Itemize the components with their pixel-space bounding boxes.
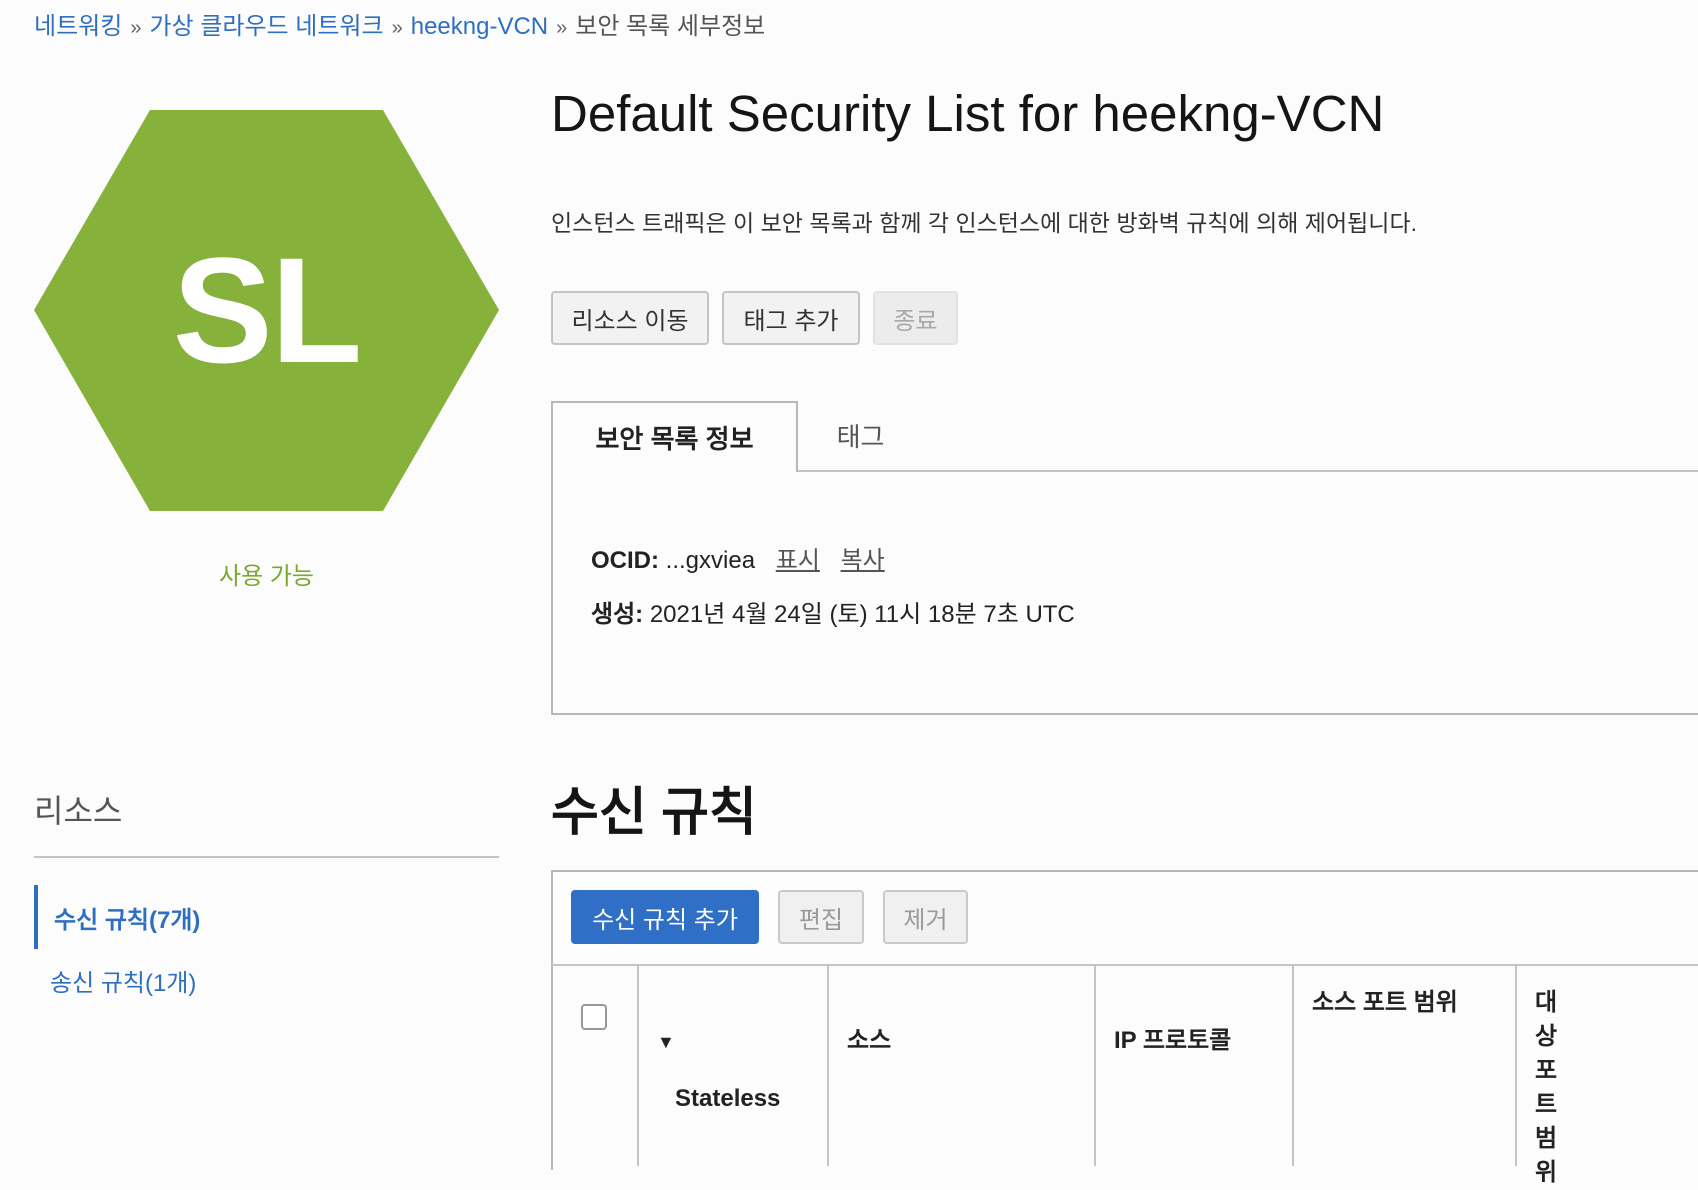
breadcrumb-vcn[interactable]: heekng-VCN xyxy=(411,13,548,40)
breadcrumb-separator: » xyxy=(391,17,403,39)
terminate-button[interactable]: 종료 xyxy=(873,291,958,345)
created-value: 2021년 4월 24일 (토) 11시 18분 7초 UTC xyxy=(649,601,1075,628)
select-all-checkbox[interactable] xyxy=(581,1004,607,1030)
show-ocid-link[interactable]: 표시 xyxy=(776,547,820,574)
page-description: 인스턴스 트래픽은 이 보안 목록과 함께 각 인스턴스에 대한 방화벽 규칙에… xyxy=(551,210,1417,236)
breadcrumb-networking[interactable]: 네트워킹 xyxy=(34,13,122,40)
info-panel: OCID: ...gxviea 표시 복사 생성: 2021년 4월 24일 (… xyxy=(551,470,1698,715)
column-ip-protocol-label: IP 프로토콜 xyxy=(1114,1027,1232,1054)
created-label: 생성: xyxy=(591,601,644,628)
hexagon-icon: SL xyxy=(34,110,499,511)
add-tags-button[interactable]: 태그 추가 xyxy=(722,291,860,345)
column-source-port-range-label: 소스 포트 범위 xyxy=(1312,989,1458,1016)
ingress-table-header: Stateless ▼ 소스 IP 프로토콜 소스 포트 범위 대상 포트 범위 xyxy=(551,964,1698,1186)
ocid-value: ...gxviea xyxy=(665,547,756,574)
status-label: 사용 가능 xyxy=(219,563,314,590)
column-destination-port-range-label: 대상 포트 범위 xyxy=(1535,989,1558,1186)
resources-divider xyxy=(34,856,499,858)
ocid-label: OCID: xyxy=(591,547,659,574)
page-title: Default Security List for heekng-VCN xyxy=(551,85,1385,142)
created-row: 생성: 2021년 4월 24일 (토) 11시 18분 7초 UTC xyxy=(591,594,1075,629)
column-source: 소스 xyxy=(827,966,1094,1166)
sort-down-icon[interactable]: ▼ xyxy=(657,1032,675,1052)
breadcrumb-separator: » xyxy=(130,17,142,39)
column-ip-protocol: IP 프로토콜 xyxy=(1094,966,1292,1166)
copy-ocid-link[interactable]: 복사 xyxy=(841,547,885,574)
breadcrumb-separator: » xyxy=(556,17,568,39)
column-source-label: 소스 xyxy=(847,1027,892,1054)
edit-button[interactable]: 편집 xyxy=(778,890,864,944)
breadcrumb-vcn-list[interactable]: 가상 클라우드 네트워크 xyxy=(149,13,383,40)
breadcrumb-current: 보안 목록 세부정보 xyxy=(575,13,766,40)
column-source-port-range: 소스 포트 범위 xyxy=(1292,966,1515,1166)
column-destination-port-range: 대상 포트 범위 xyxy=(1515,966,1698,1186)
sidebar-item-ingress-rules[interactable]: 수신 규칙(7개) xyxy=(34,885,499,949)
ingress-rules-title: 수신 규칙 xyxy=(551,784,757,842)
resources-title: 리소스 xyxy=(34,793,123,829)
column-stateless[interactable]: Stateless ▼ xyxy=(637,966,827,1166)
remove-button[interactable]: 제거 xyxy=(883,890,968,944)
ocid-row: OCID: ...gxviea 표시 복사 xyxy=(591,540,885,575)
resource-abbrev: SL xyxy=(172,226,363,394)
add-ingress-rule-button[interactable]: 수신 규칙 추가 xyxy=(571,890,759,944)
column-stateless-label: Stateless xyxy=(675,1085,781,1112)
sidebar-item-egress-rules[interactable]: 송신 규칙(1개) xyxy=(34,948,499,1012)
breadcrumb: 네트워킹 » 가상 클라우드 네트워크 » heekng-VCN » 보안 목록 세부정보 xyxy=(34,6,765,41)
move-resource-button[interactable]: 리소스 이동 xyxy=(551,291,709,345)
tab-tags[interactable]: 태그 xyxy=(798,401,923,469)
tab-security-list-info[interactable]: 보안 목록 정보 xyxy=(551,401,798,472)
